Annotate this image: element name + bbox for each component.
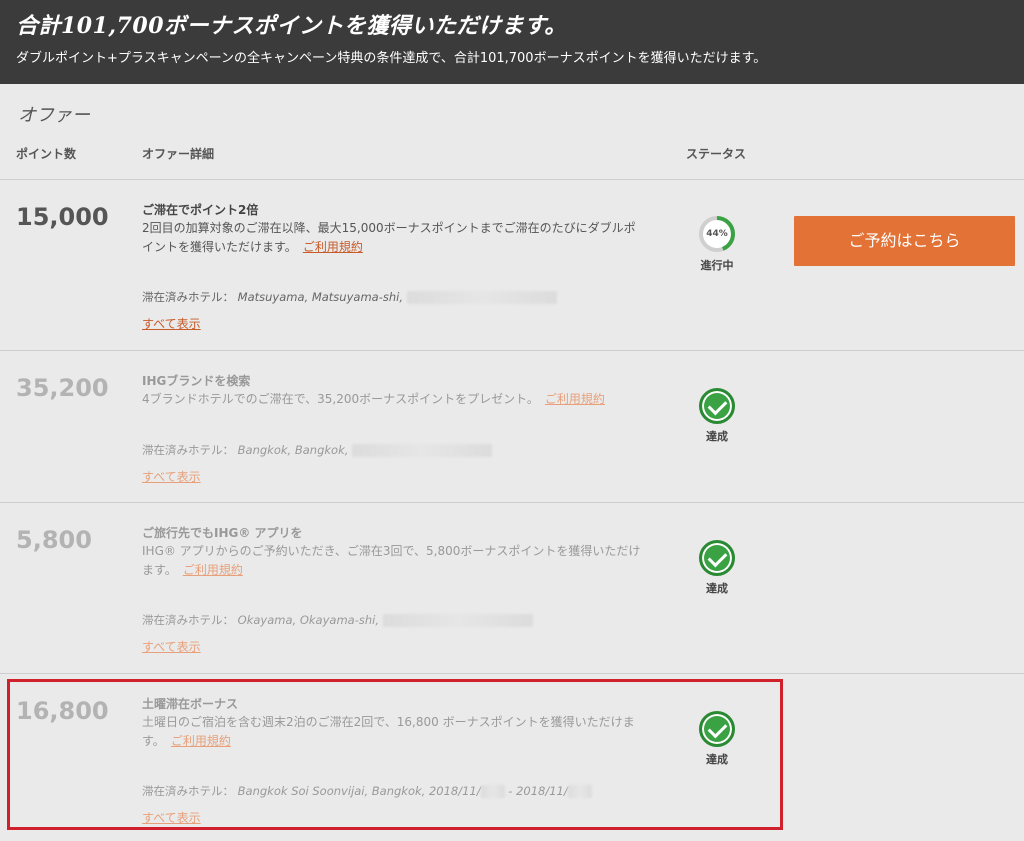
- stayed-hotels-value: Bangkok, Bangkok,: [237, 443, 349, 457]
- offer-points: 5,800: [16, 526, 92, 554]
- stayed-hotels: 滞在済みホテル： Bangkok, Bangkok,: [142, 442, 493, 458]
- redacted-text: [352, 444, 493, 457]
- offer-description: 2回目の加算対象のご滞在以降、最大15,000ボーナスポイントまでご滞在のたびに…: [142, 219, 642, 257]
- offer-row-ihg-app: 5,800 ご旅行先でもIHG® アプリを IHG® アプリからのご予約いただき…: [0, 502, 1024, 673]
- terms-link[interactable]: ご利用規約: [171, 734, 231, 748]
- offer-description: 土曜日のご宿泊を含む週末2泊のご滞在2回で、16,800 ボーナスポイントを獲得…: [142, 713, 642, 751]
- progress-ring-icon: 44%: [698, 215, 736, 253]
- status-achieved: 達成: [692, 540, 742, 596]
- redacted-text: [382, 614, 533, 627]
- banner-subtitle: ダブルポイント+プラスキャンペーンの全キャンペーン特典の条件達成で、合計101,…: [16, 51, 767, 66]
- show-all-link[interactable]: すべて表示: [142, 638, 201, 655]
- stayed-hotels-value: Bangkok Soi Soonvijai, Bangkok, 2018/11/: [237, 784, 481, 798]
- offer-title: ご旅行先でもIHG® アプリを: [142, 526, 303, 540]
- progress-percent: 44%: [706, 229, 728, 239]
- status-achieved: 達成: [692, 388, 742, 444]
- offer-points: 15,000: [16, 203, 109, 231]
- column-header-status: ステータス: [686, 147, 747, 161]
- offer-points: 16,800: [16, 697, 109, 725]
- stayed-hotels-label: 滞在済みホテル：: [142, 613, 234, 627]
- offer-description: IHG® アプリからのご予約いただき、ご滞在3回で、5,800ボーナスポイントを…: [142, 542, 642, 580]
- redacted-text: [406, 291, 557, 304]
- banner-title: 合計101,700ボーナスポイントを獲得いただけます。: [16, 13, 567, 39]
- offer-description-text: 2回目の加算対象のご滞在以降、最大15,000ボーナスポイントまでご滞在のたびに…: [142, 221, 636, 254]
- offer-row-saturday-stay: 16,800 土曜滞在ボーナス 土曜日のご宿泊を含む週末2泊のご滞在2回で、16…: [0, 673, 1024, 841]
- column-header-details: オファー詳細: [142, 147, 215, 161]
- offer-description-text: 4ブランドホテルでのご滞在で、35,200ボーナスポイントをプレゼント。: [142, 392, 539, 406]
- header-banner: 合計101,700ボーナスポイントを獲得いただけます。 ダブルポイント+プラスキ…: [0, 0, 1024, 84]
- show-all-link[interactable]: すべて表示: [142, 468, 201, 485]
- check-circle-icon: [699, 711, 735, 747]
- offer-title: 土曜滞在ボーナス: [142, 697, 239, 711]
- book-now-button[interactable]: ご予約はこちら: [794, 216, 1015, 266]
- stayed-hotels-value: Okayama, Okayama-shi,: [237, 613, 379, 627]
- status-label: 達成: [706, 582, 728, 595]
- stayed-hotels-label: 滞在済みホテル：: [142, 443, 234, 457]
- redacted-text: [480, 785, 505, 798]
- stayed-hotels: 滞在済みホテル： Okayama, Okayama-shi,: [142, 612, 533, 628]
- offer-row-brand-search: 35,200 IHGブランドを検索 4ブランドホテルでのご滞在で、35,200ボ…: [0, 350, 1024, 502]
- terms-link[interactable]: ご利用規約: [545, 392, 605, 406]
- offers-heading: オファー: [18, 105, 90, 126]
- stayed-hotels-label: 滞在済みホテル：: [142, 290, 234, 304]
- show-all-link[interactable]: すべて表示: [142, 315, 201, 332]
- check-circle-icon: [699, 388, 735, 424]
- status-in-progress: 44% 進行中: [692, 215, 742, 273]
- offer-title: IHGブランドを検索: [142, 374, 251, 388]
- stayed-hotels: 滞在済みホテル： Bangkok Soi Soonvijai, Bangkok,…: [142, 783, 592, 799]
- status-label: 進行中: [700, 259, 734, 272]
- offer-title: ご滞在でポイント2倍: [142, 203, 259, 217]
- show-all-link[interactable]: すべて表示: [142, 809, 201, 826]
- stayed-hotels-value: Matsuyama, Matsuyama-shi,: [237, 290, 403, 304]
- check-circle-icon: [699, 540, 735, 576]
- redacted-text: [567, 785, 592, 798]
- column-header-points: ポイント数: [16, 147, 77, 161]
- terms-link[interactable]: ご利用規約: [303, 240, 363, 254]
- status-label: 達成: [706, 430, 728, 443]
- stayed-hotels-value-end: - 2018/11/: [508, 784, 568, 798]
- status-achieved: 達成: [692, 711, 742, 767]
- terms-link[interactable]: ご利用規約: [183, 563, 243, 577]
- offer-points: 35,200: [16, 374, 109, 402]
- stayed-hotels: 滞在済みホテル： Matsuyama, Matsuyama-shi,: [142, 289, 557, 305]
- offer-description: 4ブランドホテルでのご滞在で、35,200ボーナスポイントをプレゼント。 ご利用規…: [142, 390, 642, 409]
- stayed-hotels-label: 滞在済みホテル：: [142, 784, 234, 798]
- status-label: 達成: [706, 753, 728, 766]
